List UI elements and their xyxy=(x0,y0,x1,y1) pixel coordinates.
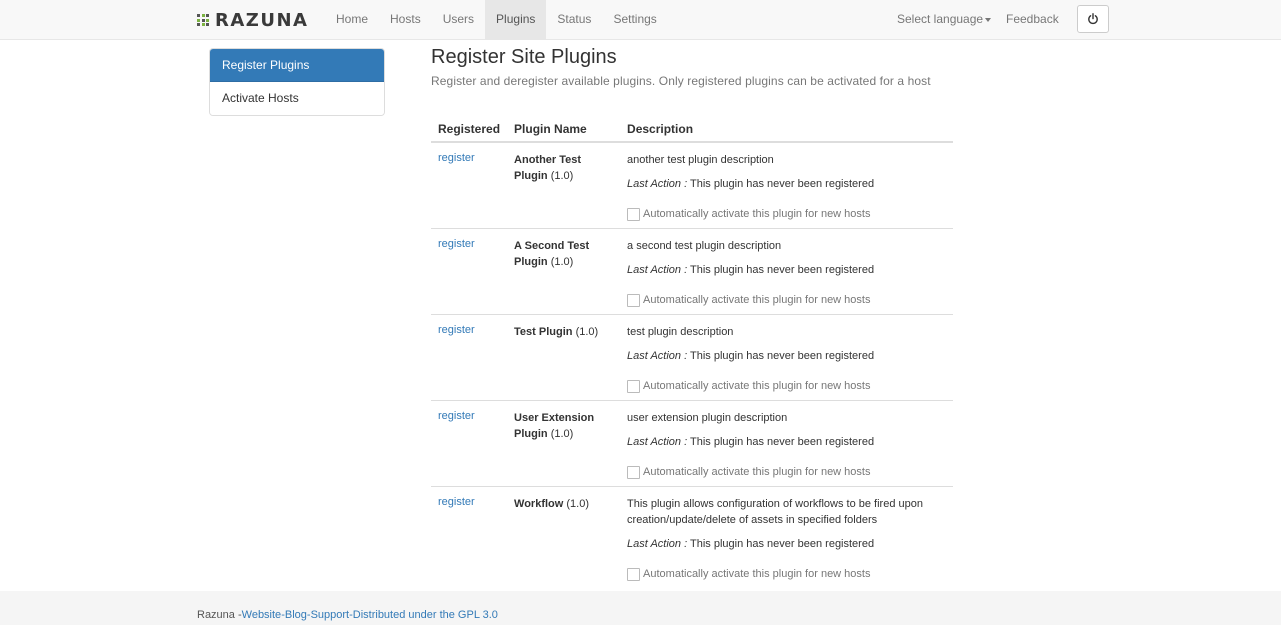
power-icon xyxy=(1088,13,1098,25)
brand-name: RAZUNA xyxy=(215,9,309,31)
table-row: register Workflow (1.0) This plugin allo… xyxy=(431,487,953,583)
plugin-version: (1.0) xyxy=(575,326,599,338)
language-dropdown[interactable]: Select language xyxy=(897,0,992,39)
table-row: register Test Plugin (1.0) test plugin d… xyxy=(431,314,953,401)
table-row: register Another Test Plugin (1.0) anoth… xyxy=(431,142,953,229)
register-link[interactable]: register xyxy=(438,324,475,336)
register-link[interactable]: register xyxy=(438,496,475,508)
caret-down-icon xyxy=(985,17,992,22)
footer-link-support[interactable]: Support xyxy=(311,609,350,621)
plugin-last-action: Last Action : This plugin has never been… xyxy=(627,178,875,190)
footer-link-website[interactable]: Website xyxy=(242,609,282,621)
sidebar: Register Plugins Activate Hosts xyxy=(209,48,385,116)
logo-grid-icon xyxy=(197,14,209,26)
auto-activate-option: Automatically activate this plugin for n… xyxy=(627,292,946,308)
auto-activate-checkbox[interactable] xyxy=(627,465,641,479)
auto-activate-label: Automatically activate this plugin for n… xyxy=(643,208,871,220)
brand-logo[interactable]: RAZUNA xyxy=(197,9,309,31)
auto-activate-checkbox[interactable] xyxy=(627,567,641,581)
plugin-version: (1.0) xyxy=(566,498,590,510)
plugin-last-action: Last Action : This plugin has never been… xyxy=(627,350,875,362)
footer-text: Razuna -Website-Blog-Support-Distributed… xyxy=(197,609,498,621)
plugin-description: a second test plugin description xyxy=(627,240,782,252)
plugin-last-action: Last Action : This plugin has never been… xyxy=(627,436,875,448)
plugin-last-action: Last Action : This plugin has never been… xyxy=(627,264,875,276)
footer-link-blog[interactable]: Blog xyxy=(285,609,307,621)
column-header-description: Description xyxy=(620,116,953,143)
nav-settings[interactable]: Settings xyxy=(602,0,667,39)
page-subtitle: Register and deregister available plugin… xyxy=(431,74,931,88)
top-navbar: RAZUNA Home Hosts Users Plugins Status S… xyxy=(0,0,1281,40)
register-link[interactable]: register xyxy=(438,152,475,164)
plugins-table: Registered Plugin Name Description regis… xyxy=(431,116,953,582)
footer-license-link[interactable]: Distributed under the GPL 3.0 xyxy=(353,609,498,621)
logout-button[interactable] xyxy=(1077,5,1109,33)
plugin-name: Another Test Plugin (1.0) xyxy=(507,142,621,229)
nav-plugins[interactable]: Plugins xyxy=(485,0,547,39)
nav-users[interactable]: Users xyxy=(432,0,485,39)
table-row: register User Extension Plugin (1.0) use… xyxy=(431,400,953,487)
plugin-description: test plugin description xyxy=(627,326,734,338)
column-header-registered: Registered xyxy=(431,116,508,143)
plugin-name: Workflow (1.0) xyxy=(514,498,590,510)
page-title: Register Site Plugins xyxy=(431,46,617,68)
footer-prefix: Razuna - xyxy=(197,609,242,621)
auto-activate-option: Automatically activate this plugin for n… xyxy=(627,378,946,394)
table-header-row: Registered Plugin Name Description xyxy=(431,116,953,143)
auto-activate-option: Automatically activate this plugin for n… xyxy=(627,464,946,480)
auto-activate-checkbox[interactable] xyxy=(627,379,641,393)
plugin-name: User Extension Plugin (1.0) xyxy=(507,400,621,487)
nav-hosts[interactable]: Hosts xyxy=(379,0,432,39)
plugin-description: another test plugin description xyxy=(627,154,774,166)
auto-activate-option: Automatically activate this plugin for n… xyxy=(627,566,946,582)
register-link[interactable]: register xyxy=(438,410,475,422)
nav-status[interactable]: Status xyxy=(546,0,602,39)
auto-activate-option: Automatically activate this plugin for n… xyxy=(627,206,946,222)
plugin-version: (1.0) xyxy=(550,428,574,440)
footer: Razuna -Website-Blog-Support-Distributed… xyxy=(0,591,1281,625)
auto-activate-label: Automatically activate this plugin for n… xyxy=(643,466,871,478)
auto-activate-label: Automatically activate this plugin for n… xyxy=(643,568,871,580)
table-row: register A Second Test Plugin (1.0) a se… xyxy=(431,228,953,315)
plugin-last-action: Last Action : This plugin has never been… xyxy=(627,538,875,550)
sidebar-item-register-plugins[interactable]: Register Plugins xyxy=(210,49,384,82)
auto-activate-label: Automatically activate this plugin for n… xyxy=(643,294,871,306)
plugin-name: A Second Test Plugin (1.0) xyxy=(507,228,621,315)
feedback-link[interactable]: Feedback xyxy=(1006,0,1059,39)
plugin-description: This plugin allows configuration of work… xyxy=(627,498,923,526)
plugin-name: Test Plugin (1.0) xyxy=(507,314,621,401)
nav-home[interactable]: Home xyxy=(325,0,379,39)
main-nav: Home Hosts Users Plugins Status Settings xyxy=(325,0,668,39)
auto-activate-checkbox[interactable] xyxy=(627,207,641,221)
plugin-version: (1.0) xyxy=(550,256,574,268)
auto-activate-checkbox[interactable] xyxy=(627,293,641,307)
plugin-description: user extension plugin description xyxy=(627,412,788,424)
auto-activate-label: Automatically activate this plugin for n… xyxy=(643,380,871,392)
plugin-version: (1.0) xyxy=(550,170,574,182)
register-link[interactable]: register xyxy=(438,238,475,250)
column-header-plugin-name: Plugin Name xyxy=(507,116,621,143)
language-label: Select language xyxy=(897,12,984,26)
sidebar-item-activate-hosts[interactable]: Activate Hosts xyxy=(210,82,384,115)
